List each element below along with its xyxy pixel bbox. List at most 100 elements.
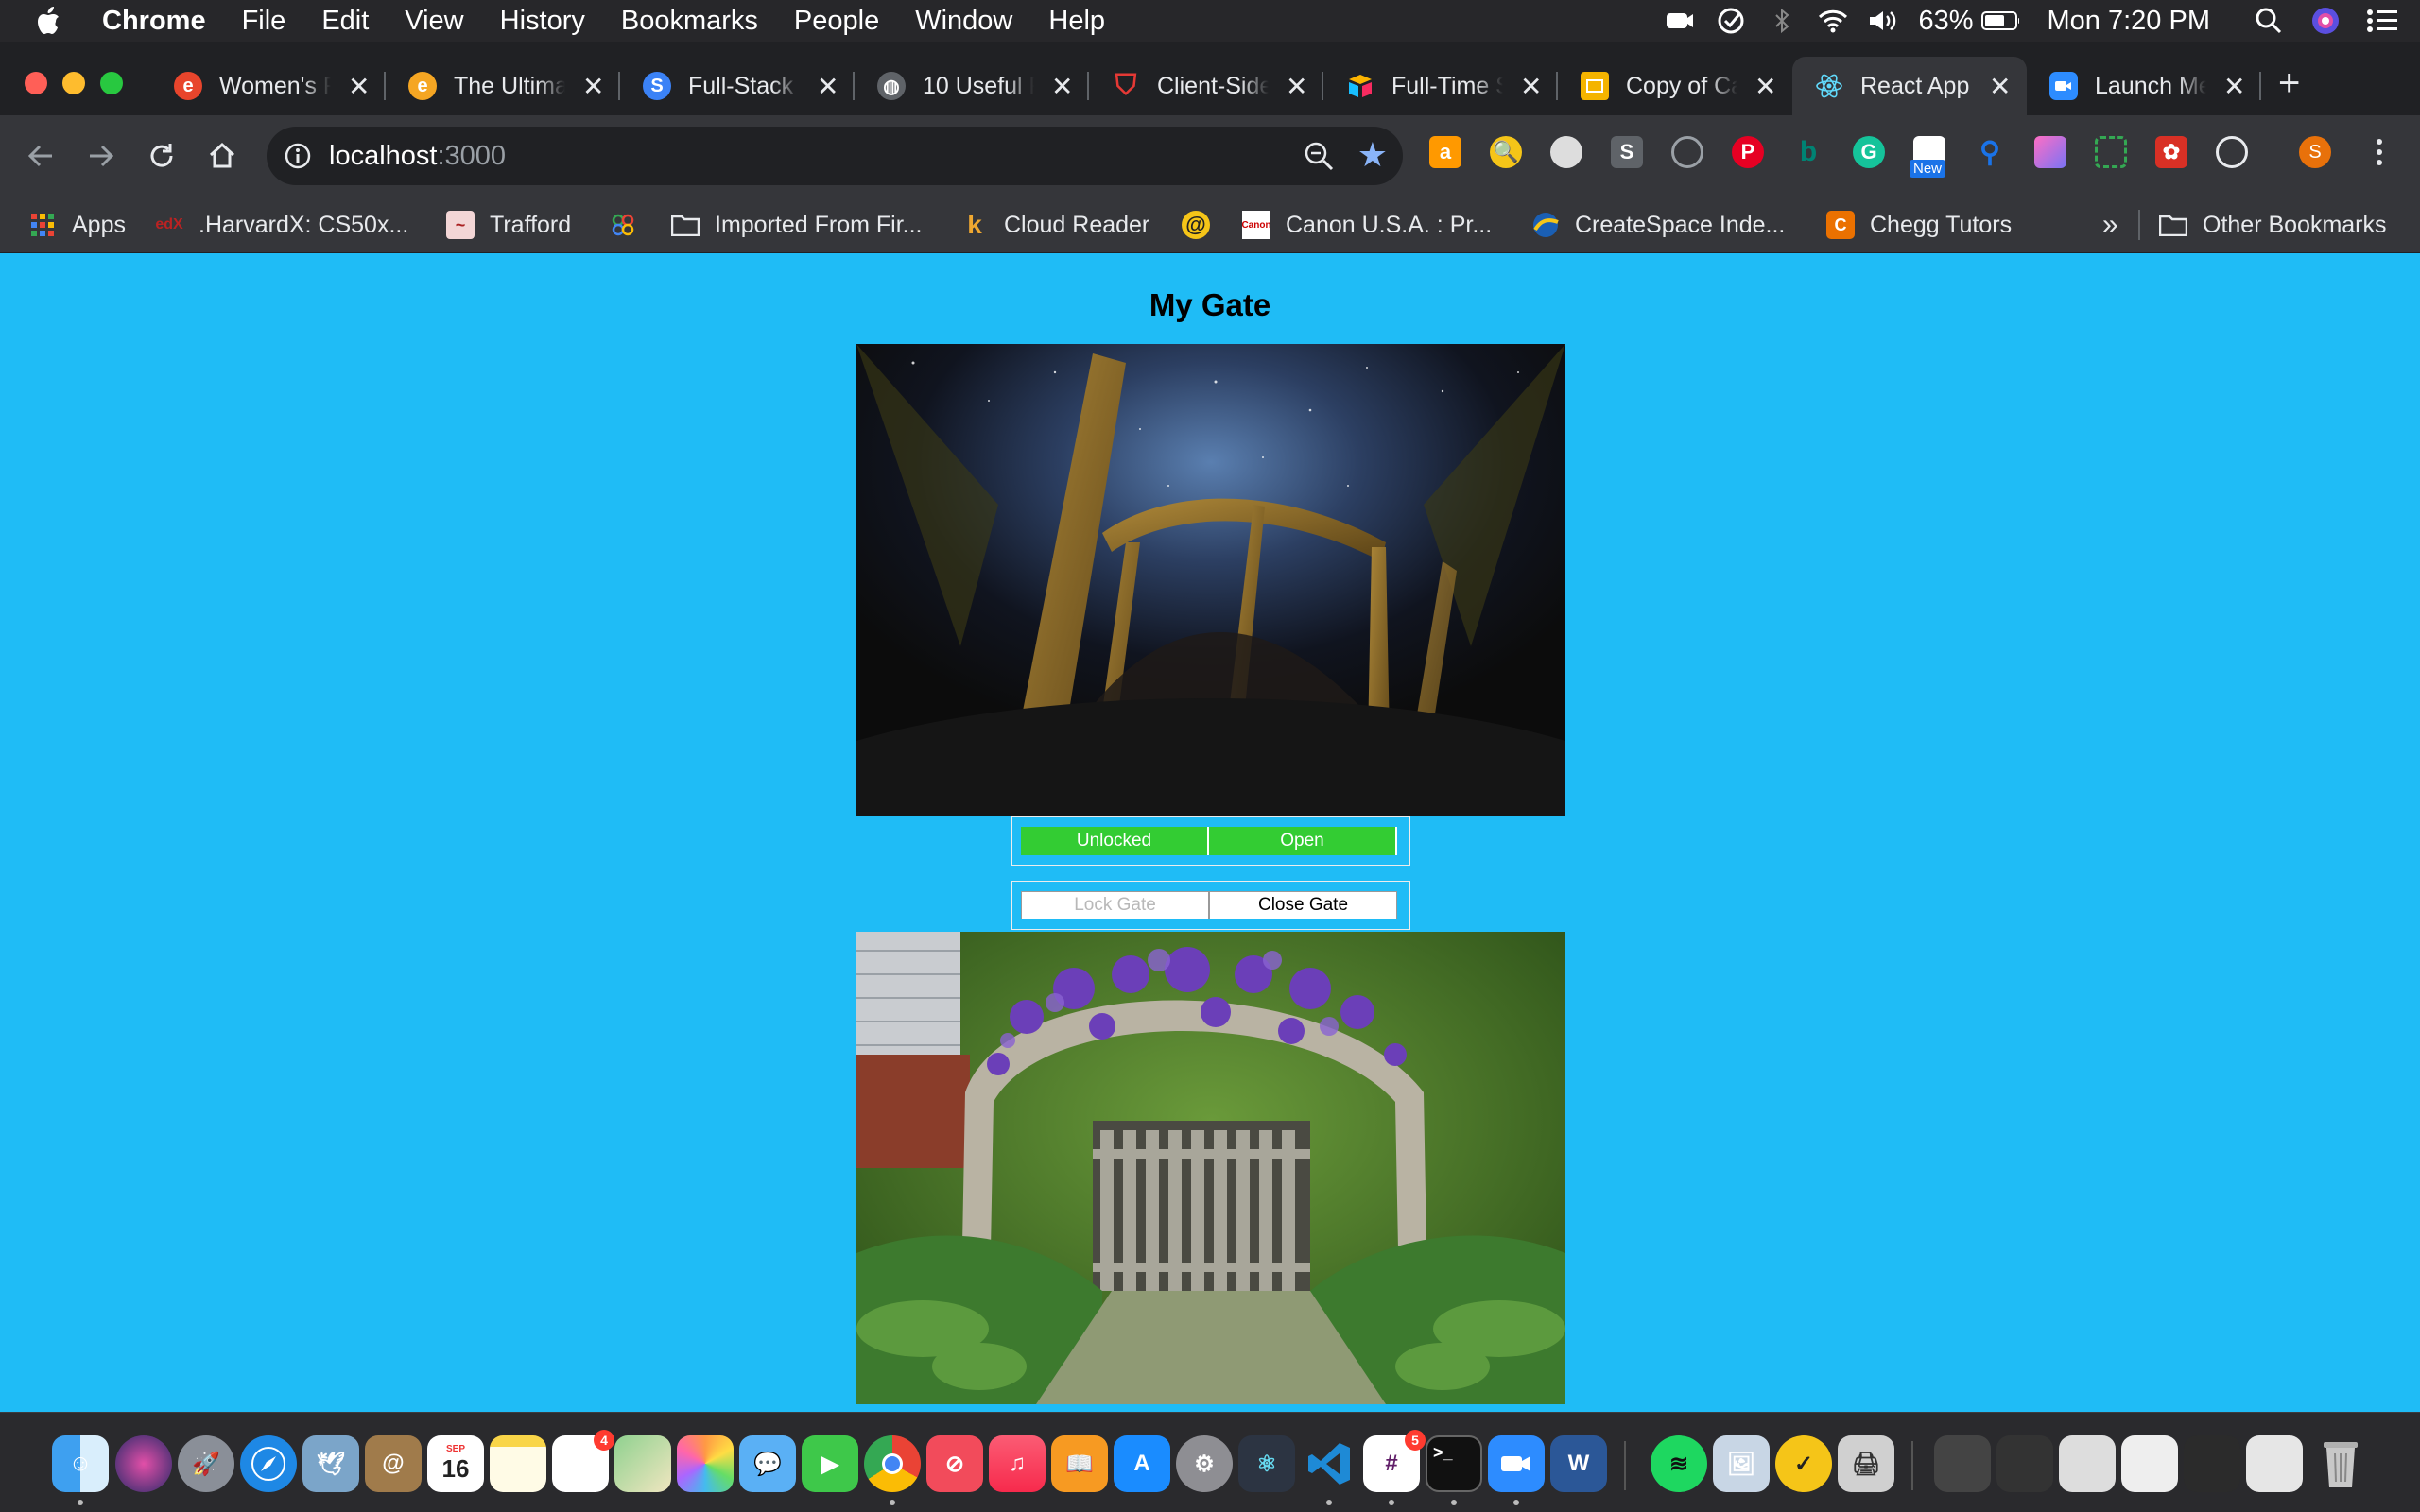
word-icon[interactable]: W xyxy=(1550,1435,1607,1492)
notification-center-icon[interactable] xyxy=(2363,2,2401,40)
app-store-icon[interactable]: A xyxy=(1114,1435,1170,1492)
screenshot-extension-icon[interactable] xyxy=(2095,136,2127,168)
browser-tab[interactable]: Copy of Ca ✕ xyxy=(1558,57,1792,115)
bing-icon[interactable]: b xyxy=(1792,136,1824,168)
printer-icon[interactable]: 🖨 xyxy=(1838,1435,1894,1492)
bookmark-imported-folder[interactable]: Imported From Fir... xyxy=(671,197,922,253)
new-tab-button[interactable]: + xyxy=(2278,62,2300,105)
bookmark-star-icon[interactable]: ★ xyxy=(1357,138,1388,172)
terminal-icon[interactable]: >_ xyxy=(1426,1435,1482,1492)
browser-tab[interactable]: S Full-Stack ✕ xyxy=(620,57,855,115)
zoom-dock-icon[interactable] xyxy=(1488,1435,1545,1492)
zoom-magnifier-icon[interactable] xyxy=(1303,140,1335,177)
bookmark-cloud-reader[interactable]: k Cloud Reader xyxy=(960,197,1150,253)
bookmark-other-folder[interactable]: Other Bookmarks xyxy=(2159,197,2387,253)
forward-arrow-icon[interactable] xyxy=(81,136,121,176)
menu-bar-clock[interactable]: Mon 7:20 PM xyxy=(2048,6,2210,37)
contacts-icon[interactable]: @ xyxy=(365,1435,422,1492)
menu-bookmarks[interactable]: Bookmarks xyxy=(621,6,758,37)
window-minimize-button[interactable] xyxy=(62,72,85,94)
preview-icon[interactable]: 🖼 xyxy=(1713,1435,1770,1492)
pinterest-icon[interactable]: P xyxy=(1732,136,1764,168)
vscode-icon[interactable] xyxy=(1301,1435,1357,1492)
books-icon[interactable]: 📖 xyxy=(1051,1435,1108,1492)
window-thumbnail[interactable] xyxy=(2059,1435,2116,1492)
browser-tab[interactable]: ⛉ Client-Side ✕ xyxy=(1089,57,1323,115)
browser-tab[interactable]: e The Ultima ✕ xyxy=(386,57,620,115)
lock-gate-button[interactable]: Lock Gate xyxy=(1021,891,1209,919)
spotify-icon[interactable]: ≋ xyxy=(1651,1435,1707,1492)
wifi-icon[interactable] xyxy=(1814,2,1852,40)
check-circle-icon[interactable] xyxy=(1712,2,1750,40)
gradient-extension-icon[interactable] xyxy=(2034,136,2066,168)
bookmarks-overflow-chevron[interactable]: » xyxy=(2102,197,2118,253)
mail-icon[interactable]: 🕊 xyxy=(302,1435,359,1492)
new-extension-icon[interactable]: New xyxy=(1910,136,1946,178)
music-icon[interactable]: ♫ xyxy=(989,1435,1046,1492)
tab-close-icon[interactable]: ✕ xyxy=(1520,71,1542,102)
bookmark-createspace[interactable]: CreateSpace Inde... xyxy=(1531,197,1785,253)
menu-app-name[interactable]: Chrome xyxy=(102,6,206,37)
window-close-button[interactable] xyxy=(25,72,47,94)
notes-icon[interactable] xyxy=(490,1435,546,1492)
browser-tab[interactable]: ◍ 10 Useful F ✕ xyxy=(855,57,1089,115)
bookmark-canon[interactable]: Canon Canon U.S.A. : Pr... xyxy=(1241,197,1492,253)
headphones-extension-icon[interactable] xyxy=(1671,136,1703,168)
tab-close-icon[interactable]: ✕ xyxy=(1051,71,1073,102)
volume-icon[interactable] xyxy=(1865,2,1903,40)
spotlight-search-icon[interactable] xyxy=(2250,2,2288,40)
tab-close-icon[interactable]: ✕ xyxy=(348,71,370,102)
siri-icon[interactable] xyxy=(2307,2,2344,40)
back-arrow-icon[interactable] xyxy=(21,136,60,176)
menu-help[interactable]: Help xyxy=(1048,6,1105,37)
menu-view[interactable]: View xyxy=(405,6,463,37)
atom-icon[interactable]: ⚛ xyxy=(1238,1435,1295,1492)
check-app-icon[interactable]: ✓ xyxy=(1775,1435,1832,1492)
close-gate-button[interactable]: Close Gate xyxy=(1209,891,1397,919)
launchpad-icon[interactable]: 🚀 xyxy=(178,1435,234,1492)
document-thumbnail[interactable] xyxy=(1934,1435,1991,1492)
menu-window[interactable]: Window xyxy=(915,6,1012,37)
circle-extension-icon[interactable] xyxy=(1550,136,1582,168)
apple-icon[interactable] xyxy=(36,7,74,35)
feather-extension-icon[interactable]: ⚲ xyxy=(1974,136,2006,168)
window-thumbnail[interactable] xyxy=(2184,1435,2240,1492)
amazon-extension-icon[interactable]: a xyxy=(1429,136,1461,168)
menu-file[interactable]: File xyxy=(242,6,286,37)
window-thumbnail[interactable] xyxy=(1996,1435,2053,1492)
tab-close-icon[interactable]: ✕ xyxy=(817,71,838,102)
bookmark-colorful[interactable] xyxy=(609,197,652,253)
menu-edit[interactable]: Edit xyxy=(321,6,369,37)
tab-close-icon[interactable]: ✕ xyxy=(2223,71,2245,102)
browser-tab[interactable]: e Women's F ✕ xyxy=(151,57,386,115)
menu-history[interactable]: History xyxy=(500,6,585,37)
tab-close-icon[interactable]: ✕ xyxy=(1754,71,1776,102)
chrome-dock-icon[interactable] xyxy=(864,1435,921,1492)
search-extension-icon[interactable]: 🔍 xyxy=(1490,136,1522,168)
bookmark-harvardx[interactable]: edX .HarvardX: CS50x... xyxy=(155,197,408,253)
bookmark-apps[interactable]: Apps xyxy=(28,197,126,253)
calendar-icon[interactable]: SEP 16 xyxy=(427,1435,484,1492)
safari-icon[interactable] xyxy=(240,1435,297,1492)
photos-icon[interactable] xyxy=(677,1435,734,1492)
tab-close-icon[interactable]: ✕ xyxy=(1286,71,1307,102)
maps-icon[interactable] xyxy=(614,1435,671,1492)
menu-people[interactable]: People xyxy=(794,6,879,37)
kebab-menu-icon[interactable] xyxy=(2363,136,2395,168)
bluetooth-icon[interactable] xyxy=(1763,2,1801,40)
news-icon[interactable]: ⊘ xyxy=(926,1435,983,1492)
battery-icon[interactable] xyxy=(1980,2,2019,40)
address-bar[interactable]: localhost:3000 ★ xyxy=(267,127,1403,185)
messages-icon[interactable]: 💬 xyxy=(739,1435,796,1492)
slack-icon[interactable]: # 5 xyxy=(1363,1430,1426,1492)
zoom-status-icon[interactable] xyxy=(1661,2,1699,40)
site-info-icon[interactable] xyxy=(284,142,312,175)
bookmark-trafford[interactable]: ~ Trafford xyxy=(446,197,571,253)
siri-dock-icon[interactable] xyxy=(115,1435,172,1492)
window-thumbnail[interactable] xyxy=(2246,1435,2303,1492)
grammarly-icon[interactable]: G xyxy=(1853,136,1885,168)
tab-close-icon[interactable]: ✕ xyxy=(1989,71,2011,102)
bookmark-chegg[interactable]: C Chegg Tutors xyxy=(1826,197,2012,253)
browser-tab[interactable]: Launch Me ✕ xyxy=(2027,57,2261,115)
window-thumbnail[interactable] xyxy=(2121,1435,2178,1492)
